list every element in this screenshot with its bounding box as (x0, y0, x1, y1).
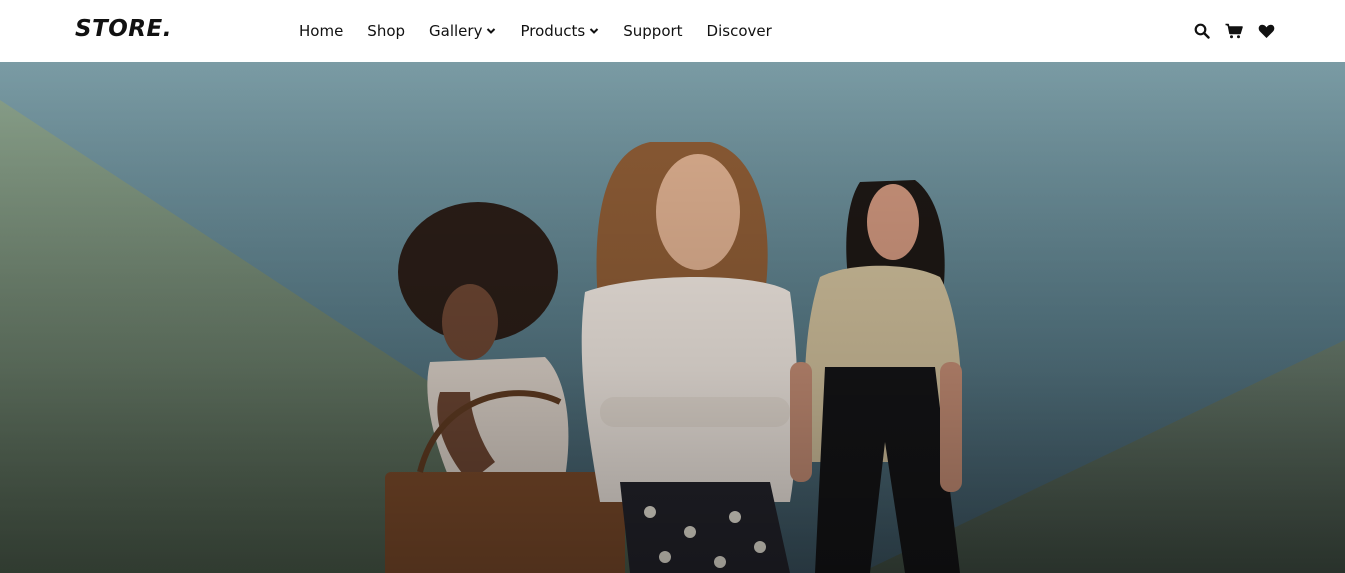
chevron-down-icon (589, 26, 599, 36)
nav-item-products[interactable]: Products (520, 22, 599, 40)
hero-overlay (0, 62, 1345, 573)
nav-item-discover[interactable]: Discover (707, 22, 772, 40)
search-icon[interactable] (1193, 22, 1211, 40)
nav-item-label: Products (520, 22, 586, 40)
nav-item-label: Gallery (429, 22, 483, 40)
top-navbar: STORE. Home Shop Gallery Products Suppor… (0, 0, 1345, 62)
nav-item-home[interactable]: Home (299, 22, 343, 40)
nav-item-support[interactable]: Support (623, 22, 682, 40)
nav-icons (1193, 0, 1275, 62)
cart-icon[interactable] (1225, 22, 1243, 40)
nav-item-label: Home (299, 22, 344, 40)
nav-item-label: Discover (706, 22, 772, 40)
nav-item-gallery[interactable]: Gallery (429, 22, 496, 40)
nav-item-label: Support (623, 22, 683, 40)
nav-item-shop[interactable]: Shop (367, 22, 405, 40)
hero-banner (0, 62, 1345, 573)
main-nav: Home Shop Gallery Products Support Disco… (299, 0, 796, 62)
chevron-down-icon (486, 26, 496, 36)
heart-icon[interactable] (1257, 22, 1275, 40)
nav-item-label: Shop (367, 22, 406, 40)
brand-logo[interactable]: STORE. (75, 16, 172, 42)
